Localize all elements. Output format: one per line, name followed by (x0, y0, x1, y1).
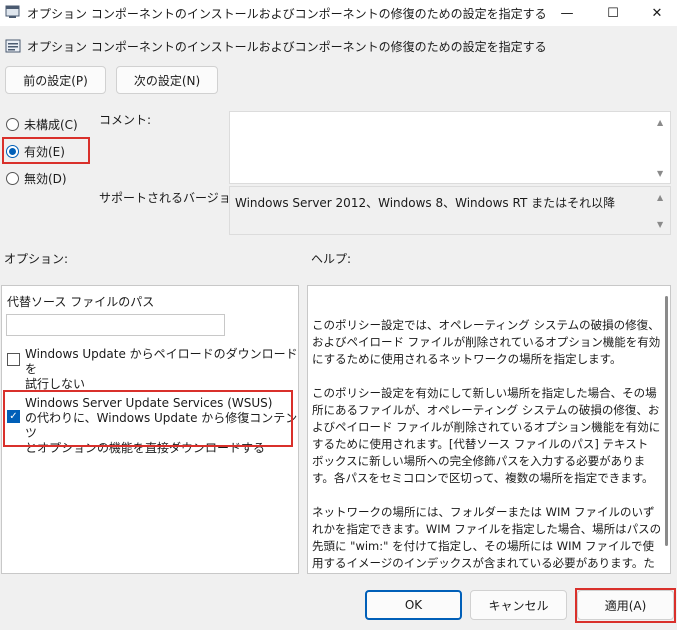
download-direct-highlight-box (3, 390, 293, 447)
never-download-label-line1: Windows Update からペイロードのダウンロードを (25, 347, 298, 376)
supported-on-field: Windows Server 2012、Windows 8、Windows RT… (229, 186, 671, 235)
help-paragraph: ネットワークの場所には、フォルダーまたは WIM ファイルのいずれかを指定できま… (312, 505, 662, 570)
radio-not-configured-label: 未構成(C) (24, 118, 78, 132)
close-icon: ✕ (651, 5, 663, 21)
maximize-icon: ☐ (607, 5, 619, 21)
alternate-source-path-label: 代替ソース ファイルのパス (7, 295, 155, 309)
help-text: このポリシー設定では、オペレーティング システムの破損の修復、およびペイロード … (312, 317, 662, 573)
radio-disabled-indicator[interactable] (6, 172, 19, 185)
minimize-button[interactable]: — (545, 0, 589, 26)
help-paragraph: このポリシー設定を有効にして新しい場所を指定した場合、その場所にあるファイルが、… (312, 386, 661, 485)
help-panel: このポリシー設定では、オペレーティング システムの破損の修復、およびペイロード … (307, 285, 671, 574)
gpedit-app-icon (5, 5, 20, 18)
never-download-checkbox[interactable] (7, 353, 20, 366)
supported-on-value: Windows Server 2012、Windows 8、Windows RT… (235, 196, 616, 210)
radio-not-configured-indicator[interactable] (6, 118, 19, 131)
maximize-button[interactable]: ☐ (591, 0, 635, 26)
next-setting-label: 次の設定(N) (133, 73, 201, 88)
never-download-checkbox-row[interactable]: Windows Update からペイロードのダウンロードを 試行しない (7, 347, 298, 392)
scroll-down-icon[interactable]: ▼ (657, 220, 663, 229)
scroll-up-icon[interactable]: ▲ (657, 118, 663, 127)
help-heading: ヘルプ: (311, 252, 352, 266)
cancel-label: キャンセル (488, 598, 549, 613)
supported-on-label: サポートされるバージョン: (99, 191, 247, 205)
alternate-source-path-input[interactable] (6, 314, 225, 336)
apply-highlight-box (575, 588, 676, 623)
comment-scrollbar[interactable]: ▲ ▼ (653, 112, 670, 183)
help-scrollbar[interactable] (665, 296, 668, 546)
help-paragraph: このポリシー設定では、オペレーティング システムの破損の修復、およびペイロード … (312, 318, 661, 366)
options-heading: オプション: (4, 252, 69, 266)
previous-setting-label: 前の設定(P) (23, 73, 88, 88)
radio-disabled-label: 無効(D) (24, 172, 67, 186)
scroll-up-icon[interactable]: ▲ (657, 193, 663, 202)
options-panel: 代替ソース ファイルのパス Windows Update からペイロードのダウン… (1, 285, 299, 574)
radio-disabled[interactable]: 無効(D) (6, 170, 67, 187)
enabled-highlight-box (2, 137, 90, 164)
window-title: オプション コンポーネントのインストールおよびコンポーネントの修復のための設定を… (27, 7, 547, 21)
comment-label: コメント: (99, 113, 152, 127)
radio-not-configured[interactable]: 未構成(C) (6, 116, 78, 133)
page-title: オプション コンポーネントのインストールおよびコンポーネントの修復のための設定を… (27, 40, 547, 54)
comment-field[interactable]: ▲ ▼ (229, 111, 671, 184)
title-bar: オプション コンポーネントのインストールおよびコンポーネントの修復のための設定を… (0, 0, 677, 26)
minimize-icon: — (560, 5, 574, 21)
ok-label: OK (404, 598, 423, 612)
supported-on-scrollbar[interactable]: ▲ ▼ (653, 187, 670, 234)
scroll-down-icon[interactable]: ▼ (657, 169, 663, 178)
next-setting-button[interactable]: 次の設定(N) (116, 66, 218, 94)
previous-setting-button[interactable]: 前の設定(P) (5, 66, 106, 94)
ok-button[interactable]: OK (365, 590, 462, 620)
close-button[interactable]: ✕ (635, 0, 677, 26)
cancel-button[interactable]: キャンセル (470, 590, 567, 620)
policy-setting-icon (5, 39, 21, 53)
